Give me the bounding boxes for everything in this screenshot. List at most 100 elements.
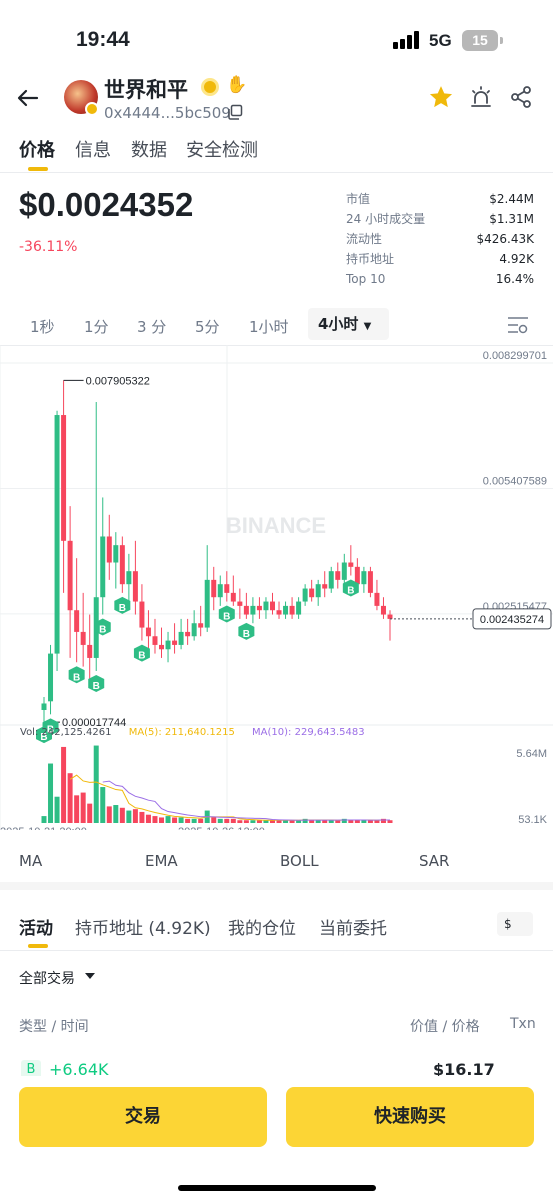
- interval-3m[interactable]: 3 分: [137, 316, 166, 337]
- candle-body: [139, 601, 145, 628]
- stat-row: 市值 $2.44M: [346, 189, 534, 209]
- interval-1m[interactable]: 1分: [84, 316, 109, 337]
- quick-buy-button[interactable]: 快速购买: [286, 1087, 534, 1147]
- indicator-ema[interactable]: EMA: [145, 852, 178, 870]
- vol-legend-ma10: MA(10): 229,643.5483: [252, 727, 365, 738]
- candle-body: [315, 584, 321, 598]
- volume-max-label: 5.64M: [516, 748, 547, 760]
- buy-marker-label: B: [223, 612, 230, 623]
- battery-icon: 15: [462, 30, 498, 51]
- activity-tab-underline: [28, 944, 48, 948]
- status-time: 19:44: [76, 28, 130, 51]
- tab-activity[interactable]: 活动: [19, 914, 53, 939]
- chart-settings-icon[interactable]: [507, 315, 529, 335]
- main-tabs: 价格 信息 数据 安全检测: [0, 136, 553, 172]
- candle-body: [224, 584, 230, 593]
- interval-bar: 1秒 1分 3 分 5分 1小时 4小时 ▼: [0, 308, 553, 342]
- tab-open-orders[interactable]: 当前委托: [319, 914, 387, 939]
- indicator-ma[interactable]: MA: [19, 852, 42, 870]
- candle-body: [165, 640, 171, 650]
- buy-marker-label: B: [73, 672, 80, 683]
- volume-bar: [198, 818, 204, 823]
- stat-row: 24 小时成交量 $1.31M: [346, 209, 534, 229]
- volume-bar: [119, 807, 125, 823]
- y-tick-label: 0.005407589: [483, 475, 547, 487]
- indicator-boll[interactable]: BOLL: [280, 852, 319, 870]
- volume-bar: [54, 796, 60, 823]
- candle-body: [41, 703, 47, 710]
- currency-toggle[interactable]: $: [497, 912, 533, 936]
- volume-bar: [250, 820, 256, 823]
- interval-4h-label: 4小时: [318, 315, 359, 333]
- volume-bar: [322, 820, 328, 823]
- indicator-sar[interactable]: SAR: [419, 852, 449, 870]
- stat-value: $426.43K: [476, 232, 535, 246]
- volume-bar: [126, 810, 132, 823]
- candle-body: [211, 579, 217, 598]
- candle-body: [374, 592, 380, 606]
- share-icon[interactable]: [509, 85, 533, 109]
- col-value-price: 价值 / 价格: [410, 1019, 480, 1035]
- divider: [0, 172, 553, 173]
- stat-row: 流动性 $426.43K: [346, 229, 534, 249]
- candle-body: [367, 571, 373, 593]
- buy-marker-label: B: [99, 625, 106, 636]
- volume-bar: [348, 820, 354, 823]
- candle-body: [132, 571, 138, 602]
- candle-body: [126, 571, 132, 585]
- star-icon[interactable]: [428, 84, 454, 110]
- divider: [0, 950, 553, 951]
- col-type-time: 类型 / 时间: [19, 1019, 89, 1035]
- tab-info[interactable]: 信息: [75, 136, 111, 162]
- x-tick-label: 2025-10-21 20:00: [0, 826, 87, 830]
- candle-body: [276, 610, 282, 615]
- candle-body: [67, 540, 73, 611]
- candle-body: [217, 584, 223, 598]
- candle-body: [204, 579, 210, 628]
- volume-bar: [328, 820, 334, 823]
- current-price-label: 0.002435274: [480, 614, 544, 626]
- tab-security[interactable]: 安全检测: [186, 136, 258, 162]
- volume-bar: [152, 816, 158, 823]
- volume-bar: [315, 820, 321, 823]
- candle-body: [302, 588, 308, 602]
- volume-bar: [172, 817, 178, 823]
- candle-body: [322, 584, 328, 589]
- interval-1s[interactable]: 1秒: [30, 316, 55, 337]
- volume-bar: [106, 806, 112, 823]
- tab-underline: [28, 167, 48, 171]
- trade-button[interactable]: 交易: [19, 1087, 267, 1147]
- price-chart[interactable]: 0.008299701 0.005407589 0.002515477 BINANCE…: [0, 345, 553, 830]
- candle-body: [250, 605, 256, 615]
- tab-my-positions[interactable]: 我的仓位: [228, 914, 296, 939]
- chart-svg: 0.0082997010.0054075890.002515477BINANCE…: [0, 345, 553, 830]
- network-type: 5G: [429, 31, 452, 50]
- vol-legend-ma5: MA(5): 211,640.1215: [128, 727, 235, 738]
- tab-price[interactable]: 价格: [19, 136, 55, 162]
- candle-body: [269, 601, 275, 611]
- interval-4h[interactable]: 4小时 ▼: [308, 308, 389, 340]
- candle-body: [335, 571, 341, 580]
- candle-body: [113, 545, 119, 563]
- trade-filter[interactable]: 全部交易: [19, 968, 75, 988]
- tab-data[interactable]: 数据: [131, 136, 167, 162]
- current-price: $0.0024352: [19, 186, 194, 223]
- tab-holders[interactable]: 持币地址 (4.92K): [75, 914, 211, 939]
- candle-body: [341, 562, 347, 580]
- candle-body: [296, 601, 302, 615]
- volume-bar: [67, 773, 73, 823]
- copy-icon[interactable]: [227, 104, 243, 120]
- volume-bar: [61, 746, 67, 823]
- stat-value: 4.92K: [499, 252, 534, 266]
- back-arrow-icon[interactable]: [16, 86, 40, 110]
- volume-bar: [230, 818, 236, 823]
- alert-icon[interactable]: [469, 85, 493, 109]
- candle-body: [54, 415, 60, 654]
- signal-icon: [393, 31, 421, 49]
- stat-label: Top 10: [346, 272, 386, 286]
- interval-1h[interactable]: 1小时: [249, 316, 289, 337]
- stat-row: Top 10 16.4%: [346, 269, 534, 289]
- stat-value: $2.44M: [489, 192, 534, 206]
- interval-5m[interactable]: 5分: [195, 316, 220, 337]
- volume-bar: [132, 809, 138, 823]
